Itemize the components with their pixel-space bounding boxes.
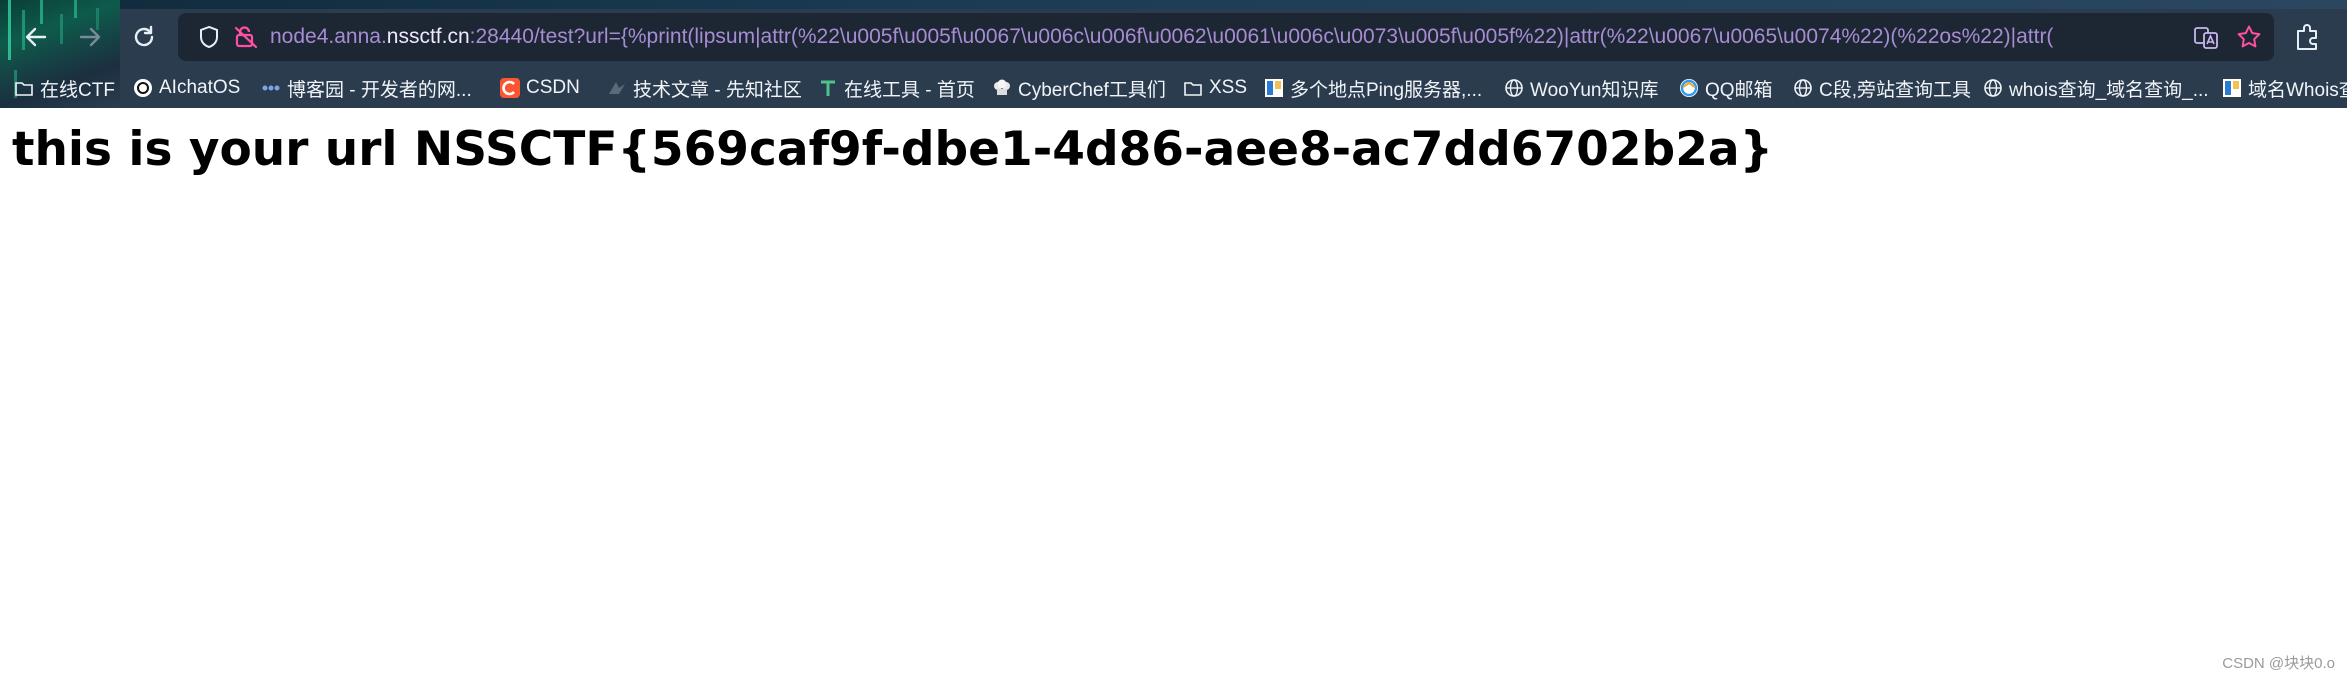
cnblogs-icon	[262, 85, 280, 91]
folder-icon	[1184, 82, 1202, 96]
bookmark-item[interactable]: C段,旁站查询工具	[1793, 70, 1971, 106]
csdn-watermark: CSDN @块块0.o	[2222, 655, 2335, 672]
bookmark-item[interactable]: XSS	[1183, 70, 1247, 106]
address-bar[interactable]: node4.anna.nssctf.cn:28440/test?url={%pr…	[178, 13, 2274, 61]
bookmark-label: CyberChef工具们	[1018, 79, 1166, 101]
extensions-icon[interactable]	[2292, 23, 2322, 51]
bookmark-item[interactable]: 在线工具 - 首页	[818, 70, 975, 106]
forward-arrow-icon	[79, 27, 101, 47]
bookmark-label: WooYun知识库	[1530, 79, 1659, 101]
bookmark-item[interactable]: 域名Whois查	[2222, 70, 2347, 106]
reload-icon	[134, 25, 154, 47]
globe-icon	[1505, 79, 1523, 97]
xianzhi-icon	[609, 82, 625, 94]
bookmark-item[interactable]: AIchatOS	[133, 70, 240, 106]
reload-button[interactable]	[122, 12, 166, 62]
folder-icon	[15, 82, 33, 96]
bookmark-item[interactable]: QQ邮箱	[1679, 70, 1773, 106]
bookmark-label: whois查询_域名查询_...	[2009, 79, 2209, 101]
bookmark-item[interactable]: CyberChef工具们	[992, 70, 1166, 106]
theme-accent-bar	[0, 0, 2347, 9]
bookmark-label: C段,旁站查询工具	[1819, 79, 1972, 101]
bookmark-label: 博客园 - 开发者的网...	[287, 79, 472, 101]
bookmark-item[interactable]: 多个地点Ping服务器,...	[1264, 70, 1482, 106]
bookmark-label: CSDN	[526, 77, 580, 98]
globe-icon	[1794, 79, 1812, 97]
url-host: nssctf.cn	[386, 25, 470, 48]
bookmark-label: QQ邮箱	[1705, 79, 1773, 101]
url-path-query: :28440/test?url={%print(lipsum|attr(%22\…	[469, 25, 2054, 48]
back-button[interactable]	[14, 12, 58, 62]
qq-mail-icon	[1680, 79, 1698, 97]
bookmark-label: 域名Whois查	[2248, 79, 2347, 101]
bookmark-item[interactable]: 博客园 - 开发者的网...	[261, 70, 472, 106]
browser-chrome: node4.anna.nssctf.cn:28440/test?url={%pr…	[0, 0, 2347, 108]
bookmark-label: 在线工具 - 首页	[844, 79, 975, 101]
openai-icon	[134, 79, 152, 97]
insecure-lock-icon[interactable]	[233, 24, 259, 50]
chef-hat-icon	[994, 79, 1010, 95]
tracking-protection-shield-icon[interactable]	[198, 25, 220, 49]
bookmark-item[interactable]: 在线CTF	[14, 70, 115, 106]
url-host-prefix: node4.anna.	[270, 25, 387, 48]
bookmark-item[interactable]: CSDN	[500, 70, 580, 106]
url-text[interactable]: node4.anna.nssctf.cn:28440/test?url={%pr…	[270, 13, 2170, 61]
page-heading: this is your url NSSCTF{569caf9f-dbe1-4d…	[12, 122, 1774, 177]
bookmark-label: 多个地点Ping服务器,...	[1290, 79, 1483, 101]
back-arrow-icon	[25, 27, 47, 47]
star-icon[interactable]	[2236, 24, 2262, 50]
ping-icon	[1265, 79, 1283, 97]
bookmark-label: 在线CTF	[40, 79, 115, 101]
bookmark-label: XSS	[1209, 77, 1248, 98]
bookmark-label: 技术文章 - 先知社区	[633, 79, 802, 101]
forward-button[interactable]	[68, 12, 112, 62]
globe-icon	[1984, 79, 2002, 97]
navigation-toolbar: node4.anna.nssctf.cn:28440/test?url={%pr…	[0, 12, 2347, 62]
translate-icon[interactable]	[2193, 25, 2219, 51]
csdn-icon	[500, 78, 520, 98]
bookmark-label: AIchatOS	[159, 77, 241, 98]
bookmark-item[interactable]: WooYun知识库	[1504, 70, 1658, 106]
bookmarks-toolbar: 在线CTF AIchatOS 博客园 - 开发者的网... CSDN 技术文章 …	[0, 70, 2347, 106]
bookmark-item[interactable]: 技术文章 - 先知社区	[607, 70, 802, 106]
bookmark-item[interactable]: whois查询_域名查询_...	[1983, 70, 2209, 106]
tool-icon	[821, 80, 835, 96]
whois-icon	[2223, 79, 2241, 97]
